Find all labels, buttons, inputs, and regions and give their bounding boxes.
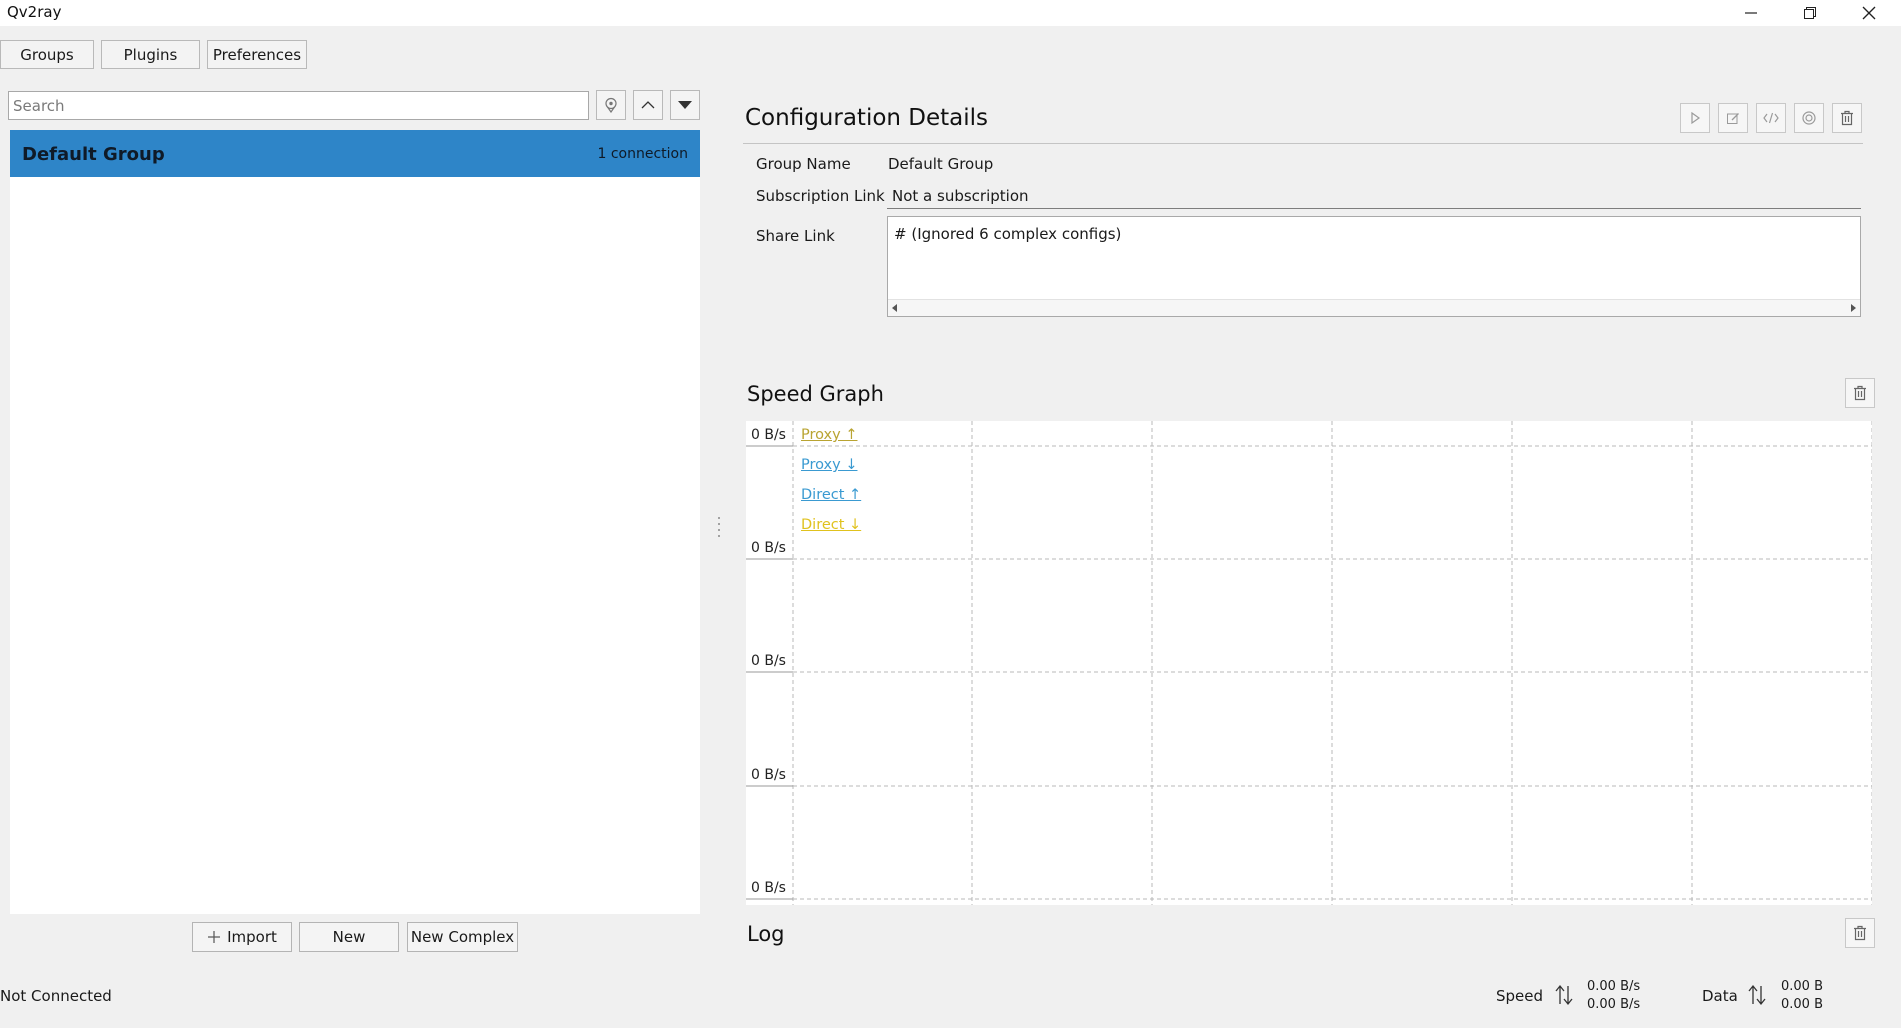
y-axis-label: 0 B/s xyxy=(751,427,786,443)
group-list[interactable] xyxy=(10,130,700,914)
locate-button[interactable] xyxy=(596,90,626,120)
y-axis-label: 0 B/s xyxy=(751,540,786,556)
legend-direct-up[interactable]: Direct ↑ xyxy=(801,487,861,503)
y-axis-label: 0 B/s xyxy=(751,653,786,669)
data-values: 0.00 B 0.00 B xyxy=(1781,978,1823,1014)
legend-proxy-up[interactable]: Proxy ↑ xyxy=(801,427,857,443)
plus-icon xyxy=(208,931,221,943)
data-up-value: 0.00 B xyxy=(1781,979,1823,994)
preferences-button[interactable]: Preferences xyxy=(207,40,307,69)
import-button[interactable]: Import xyxy=(192,922,292,952)
sort-menu-button[interactable] xyxy=(670,90,700,120)
ping-icon xyxy=(1802,111,1816,125)
delete-button[interactable] xyxy=(1832,103,1862,133)
move-up-button[interactable] xyxy=(633,90,663,120)
legend-proxy-down[interactable]: Proxy ↓ xyxy=(801,457,857,473)
edit-json-button[interactable] xyxy=(1756,103,1786,133)
trash-icon xyxy=(1854,385,1866,401)
new-complex-button[interactable]: New Complex xyxy=(407,922,518,952)
close-button[interactable] xyxy=(1845,0,1893,26)
subscription-link-label: Subscription Link xyxy=(756,187,885,205)
up-down-arrows-icon xyxy=(1555,984,1573,1006)
chevron-up-icon xyxy=(641,101,655,109)
speed-up-value: 0.00 B/s xyxy=(1587,979,1641,994)
scroll-left-icon[interactable] xyxy=(891,304,899,312)
edit-icon xyxy=(1727,113,1739,124)
share-link-scrollbar[interactable] xyxy=(888,299,1860,316)
minimize-icon xyxy=(1745,12,1757,14)
plugins-button[interactable]: Plugins xyxy=(101,40,200,69)
config-action-toolbar xyxy=(1680,103,1862,133)
location-icon xyxy=(605,97,617,113)
speed-label: Speed xyxy=(1496,987,1544,1005)
speed-graph-title: Speed Graph xyxy=(747,382,884,406)
data-down-value: 0.00 B xyxy=(1781,997,1823,1012)
config-separator xyxy=(743,143,1863,144)
speed-graph-grid xyxy=(746,421,1872,905)
legend-direct-down[interactable]: Direct ↓ xyxy=(801,517,861,533)
y-axis-label: 0 B/s xyxy=(751,767,786,783)
data-label: Data xyxy=(1702,987,1738,1005)
share-link-textbox[interactable]: # (Ignored 6 complex configs) xyxy=(887,216,1861,317)
restore-button[interactable] xyxy=(1786,0,1834,26)
clear-graph-button[interactable] xyxy=(1845,378,1875,408)
scroll-right-icon[interactable] xyxy=(1849,304,1857,312)
code-icon xyxy=(1763,112,1779,124)
import-label: Import xyxy=(227,928,277,946)
play-icon xyxy=(1691,111,1701,125)
restore-icon xyxy=(1804,7,1816,19)
subscription-underline xyxy=(887,208,1861,209)
speed-values: 0.00 B/s 0.00 B/s xyxy=(1587,978,1640,1014)
edit-button[interactable] xyxy=(1718,103,1748,133)
connection-status: Not Connected xyxy=(0,987,112,1005)
trash-icon xyxy=(1854,925,1866,941)
config-details-title: Configuration Details xyxy=(745,105,989,131)
minimize-button[interactable] xyxy=(1727,0,1775,26)
speed-graph: 0 B/s 0 B/s 0 B/s 0 B/s 0 B/s Proxy ↑ Pr… xyxy=(746,421,1872,905)
group-list-item[interactable]: Default Group 1 connection xyxy=(10,130,700,177)
group-name: Default Group xyxy=(22,144,165,165)
trash-icon xyxy=(1841,110,1853,126)
up-down-arrows-icon xyxy=(1748,984,1766,1006)
y-axis-label: 0 B/s xyxy=(751,880,786,896)
dropdown-arrow-icon xyxy=(678,101,692,109)
subscription-link-value: Not a subscription xyxy=(892,187,1029,205)
group-connection-count: 1 connection xyxy=(597,146,689,162)
search-input[interactable] xyxy=(8,91,589,120)
title-bar: Qv2ray xyxy=(0,0,1901,26)
window-title: Qv2ray xyxy=(7,3,62,21)
groups-button[interactable]: Groups xyxy=(0,40,94,69)
log-title: Log xyxy=(747,922,785,946)
share-link-label: Share Link xyxy=(756,227,835,245)
close-icon xyxy=(1862,6,1876,20)
new-button[interactable]: New xyxy=(299,922,399,952)
latency-test-button[interactable] xyxy=(1794,103,1824,133)
speed-down-value: 0.00 B/s xyxy=(1587,997,1641,1012)
share-link-text: # (Ignored 6 complex configs) xyxy=(894,225,1122,243)
clear-log-button[interactable] xyxy=(1845,918,1875,948)
group-name-value: Default Group xyxy=(888,155,994,173)
splitter-handle[interactable] xyxy=(717,515,721,537)
connect-button[interactable] xyxy=(1680,103,1710,133)
group-name-label: Group Name xyxy=(756,155,851,173)
